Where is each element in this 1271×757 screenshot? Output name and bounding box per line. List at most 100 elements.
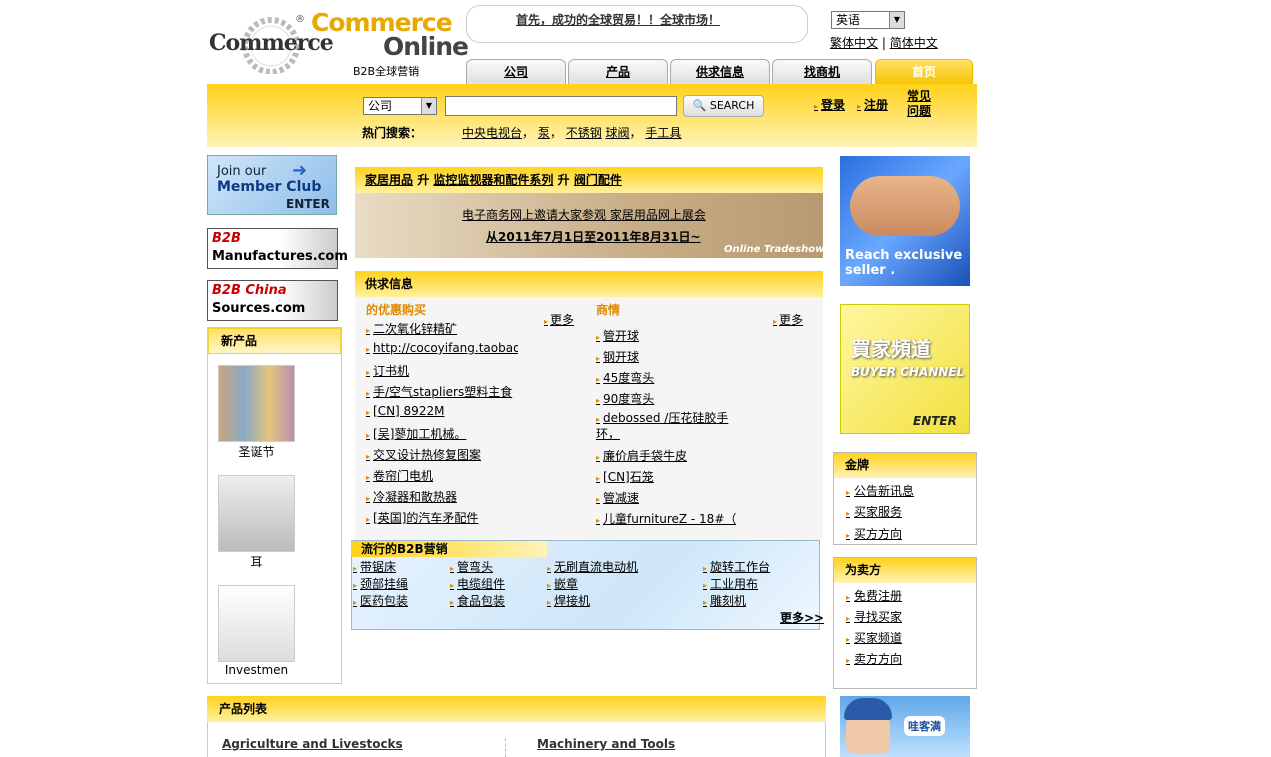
- chevron-down-icon: ▼: [889, 12, 904, 28]
- expo-crumb[interactable]: 阀门配件: [574, 173, 622, 187]
- seller-link[interactable]: 免费注册: [846, 587, 902, 604]
- popular-item[interactable]: 颈部挂绳: [353, 575, 408, 592]
- popular-item[interactable]: 工业用布: [703, 575, 758, 592]
- category-link[interactable]: Agriculture and Livestocks: [222, 737, 403, 751]
- expo-invite-link[interactable]: 电子商务网上邀请大家参观 家居用品网上展会: [462, 206, 706, 223]
- tab-company[interactable]: 公司: [466, 59, 566, 85]
- hot-search-item[interactable]: 中央电视台: [462, 126, 522, 140]
- popular-item[interactable]: 带锯床: [353, 558, 396, 575]
- popular-item[interactable]: 医药包装: [353, 592, 408, 609]
- language-links: 繁体中文 | 简体中文: [830, 36, 938, 50]
- tab-label: 首页: [911, 65, 936, 79]
- buyer-channel-banner[interactable]: 買家頻道 BUYER CHANNEL ENTER: [840, 304, 970, 434]
- product-list-title: 产品列表: [207, 696, 826, 722]
- slogan-link[interactable]: 首先，成功的全球贸易！！全球市场！: [516, 11, 720, 28]
- reach-seller-text: Reach exclusive seller .: [845, 248, 963, 278]
- buyer-channel-enter: ENTER: [913, 414, 957, 428]
- product-name[interactable]: Investmen: [218, 663, 295, 677]
- popular-item[interactable]: 雕刻机: [703, 592, 746, 609]
- buy-more-link[interactable]: 更多: [544, 311, 574, 328]
- popular-item[interactable]: 嵌章: [547, 575, 578, 592]
- login-link[interactable]: 登录: [814, 96, 845, 113]
- new-products-title: 新产品: [208, 328, 341, 354]
- category-link[interactable]: Machinery and Tools: [537, 737, 675, 751]
- popular-item[interactable]: 管弯头: [450, 558, 493, 575]
- wakoma-brand: 哇客满: [904, 716, 945, 736]
- popular-item[interactable]: 焊接机: [547, 592, 590, 609]
- sell-list-item[interactable]: debossed /压花硅胶手环，: [596, 411, 736, 441]
- tab-supply-demand[interactable]: 供求信息: [670, 59, 770, 85]
- buy-list-item[interactable]: 二次氧化锌精矿: [366, 320, 518, 337]
- buy-list-item[interactable]: 卷帘门电机: [366, 467, 518, 484]
- search-input[interactable]: [445, 96, 677, 116]
- popular-item[interactable]: 电缆组件: [450, 575, 505, 592]
- tab-opportunities[interactable]: 找商机: [772, 59, 872, 85]
- category-select[interactable]: 公司 ▼: [363, 97, 437, 115]
- product-thumbnail[interactable]: [218, 365, 295, 442]
- gold-link[interactable]: 买方方向: [846, 525, 902, 542]
- sell-list-item[interactable]: 儿童furnitureZ - 18#（8: [596, 510, 736, 527]
- hot-search-item[interactable]: 不锈钢: [566, 126, 602, 140]
- handshake-icon: [850, 176, 960, 236]
- hot-search-item[interactable]: 球阀: [606, 126, 630, 140]
- popular-item[interactable]: 无刷直流电动机: [547, 558, 638, 575]
- expo-crumb[interactable]: 监控监视器和配件系列: [433, 173, 553, 187]
- gold-link[interactable]: 公告新讯息: [846, 482, 914, 499]
- language-select[interactable]: 英语 ▼: [831, 11, 905, 29]
- b2b-mark: B2B China: [212, 283, 287, 298]
- lang-traditional-link[interactable]: 繁体中文: [830, 36, 878, 50]
- b2b-chinasources-banner[interactable]: B2B China Sources.com: [207, 280, 338, 321]
- gold-link[interactable]: 买家服务: [846, 503, 902, 520]
- search-icon: 🔍: [692, 99, 707, 112]
- product-thumbnail[interactable]: [218, 585, 295, 662]
- search-button-label: SEARCH: [709, 99, 755, 112]
- buy-column-title: 的优惠购买: [366, 303, 427, 317]
- register-link[interactable]: 注册: [857, 96, 888, 113]
- seller-link[interactable]: 卖方方向: [846, 650, 902, 667]
- tab-home[interactable]: 首页: [875, 59, 973, 85]
- faq-line2: 问题: [907, 104, 932, 118]
- hot-search-item[interactable]: 泵: [538, 126, 550, 140]
- buy-list-item[interactable]: http://cocoyifang.taobao.com: [366, 341, 518, 355]
- product-name[interactable]: 耳: [218, 553, 295, 570]
- site-logo[interactable]: Commerce ® Commerce Online: [207, 8, 469, 75]
- tab-label: 找商机: [803, 65, 840, 79]
- popular-item[interactable]: 旋转工作台: [703, 558, 770, 575]
- faq-link[interactable]: 常见 问题: [907, 89, 947, 119]
- search-button[interactable]: 🔍 SEARCH: [683, 95, 764, 117]
- tab-products[interactable]: 产品: [568, 59, 668, 85]
- column-divider: [505, 738, 506, 757]
- banner-text: Manufactures.com: [212, 249, 348, 264]
- lang-simplified-link[interactable]: 简体中文: [890, 36, 938, 50]
- buy-list-item[interactable]: [英国]的汽车矛配件: [366, 509, 518, 526]
- product-thumbnail[interactable]: [218, 475, 295, 552]
- buy-list-item[interactable]: 手/空气stapliers塑料主食: [366, 383, 518, 400]
- expo-crumb[interactable]: 家居用品: [365, 173, 413, 187]
- sell-list-item[interactable]: [CN]石笼: [596, 468, 736, 485]
- buy-list-item[interactable]: [CN] 8922M: [366, 404, 518, 418]
- reach-seller-banner[interactable]: Reach exclusive seller .: [840, 156, 970, 286]
- sell-more-link[interactable]: 更多: [773, 311, 803, 328]
- buy-list-item[interactable]: 订书机: [366, 362, 518, 379]
- seller-link[interactable]: 寻找买家: [846, 608, 902, 625]
- popular-more-link[interactable]: 更多>>: [780, 609, 824, 626]
- expo-date-link[interactable]: 从2011年7月1日至2011年8月31日~: [486, 228, 701, 245]
- product-name[interactable]: 圣诞节: [218, 443, 295, 460]
- sell-list-item[interactable]: 45度弯头: [596, 369, 736, 386]
- sell-list-item[interactable]: 钢开球: [596, 348, 736, 365]
- member-club-line1: Join our: [217, 164, 267, 179]
- seller-link[interactable]: 买家频道: [846, 629, 902, 646]
- popular-item[interactable]: 食品包装: [450, 592, 505, 609]
- chevron-down-icon: ▼: [421, 98, 436, 114]
- sell-list-item[interactable]: 管开球: [596, 327, 736, 344]
- hot-search-item[interactable]: 手工具: [645, 126, 681, 140]
- buy-list-item[interactable]: [吴]蓼加工机械。: [366, 425, 518, 442]
- member-club-banner[interactable]: Join our Member Club ➜ ENTER: [207, 155, 337, 215]
- buy-list-item[interactable]: 冷凝器和散热器: [366, 488, 518, 505]
- sell-list-item[interactable]: 90度弯头: [596, 390, 736, 407]
- b2b-manufactures-banner[interactable]: B2B Manufactures.com: [207, 228, 348, 269]
- sell-list-item[interactable]: 管减速: [596, 489, 736, 506]
- wakoma-ad-banner[interactable]: 哇客满: [840, 696, 970, 757]
- buy-list-item[interactable]: 交叉设计热修复图案: [366, 446, 518, 463]
- sell-list-item[interactable]: 廉价肩手袋牛皮: [596, 447, 736, 464]
